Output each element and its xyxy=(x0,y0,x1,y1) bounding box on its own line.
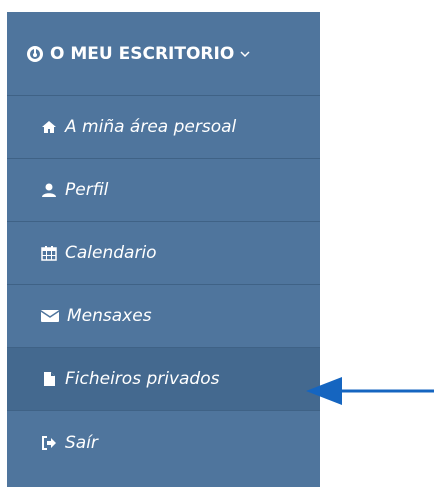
menu-item-private-files[interactable]: Ficheiros privados xyxy=(7,348,320,411)
menu-header[interactable]: O MEU ESCRITORIO xyxy=(7,12,320,96)
chevron-down-icon xyxy=(240,49,250,59)
user-icon xyxy=(41,182,57,198)
menu-item-calendar[interactable]: Calendario xyxy=(7,222,320,285)
sign-out-icon xyxy=(41,435,57,451)
menu-header-label: O MEU ESCRITORIO xyxy=(50,43,235,64)
menu-item-logout[interactable]: Saír xyxy=(7,411,320,474)
menu-item-label: A miña área persoal xyxy=(65,117,237,137)
menu-item-personal-area[interactable]: A miña área persoal xyxy=(7,96,320,159)
menu-item-label: Calendario xyxy=(65,243,157,263)
menu-item-label: Ficheiros privados xyxy=(65,369,220,389)
arrow-left-icon xyxy=(306,377,434,405)
menu-item-label: Perfil xyxy=(65,180,109,200)
user-menu: O MEU ESCRITORIO A miña área persoal Per… xyxy=(7,12,320,487)
calendar-icon xyxy=(41,245,57,261)
home-icon xyxy=(41,119,57,135)
dashboard-icon xyxy=(26,45,44,63)
menu-item-profile[interactable]: Perfil xyxy=(7,159,320,222)
menu-item-label: Mensaxes xyxy=(67,306,152,326)
menu-item-label: Saír xyxy=(65,432,98,453)
envelope-icon xyxy=(41,308,59,324)
file-icon xyxy=(41,371,57,387)
menu-item-messages[interactable]: Mensaxes xyxy=(7,285,320,348)
